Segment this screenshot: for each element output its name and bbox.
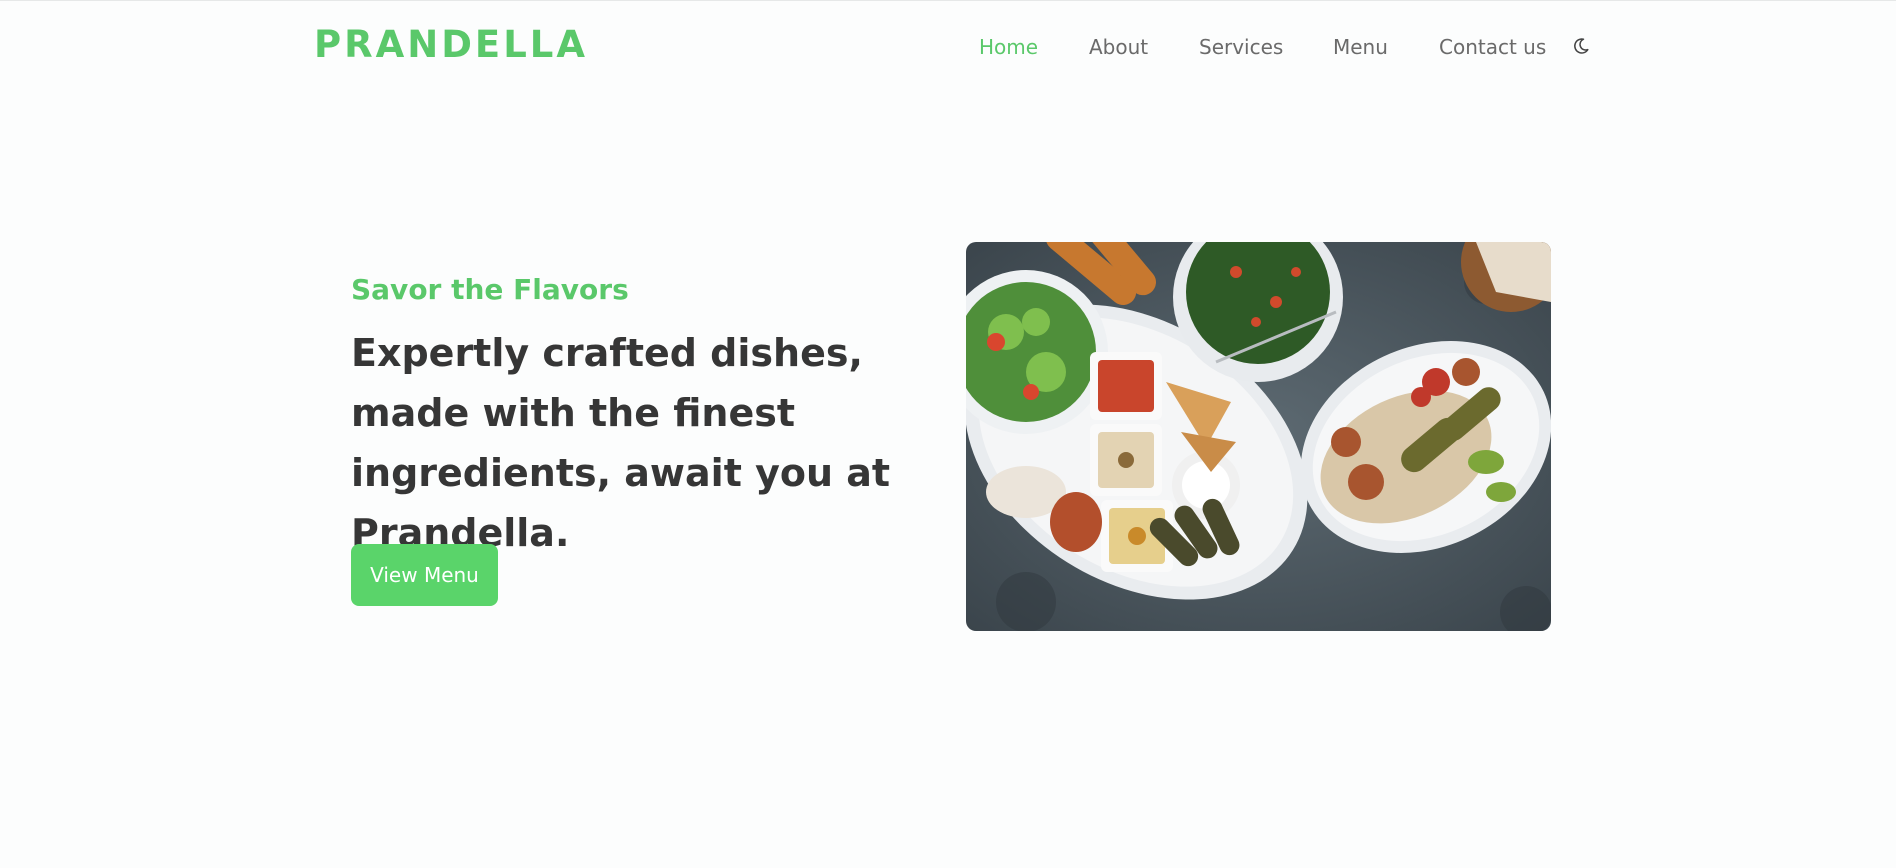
nav-services[interactable]: Services — [1199, 33, 1283, 61]
logo[interactable]: PRANDELLA — [314, 25, 588, 65]
site-header: PRANDELLA Home About Services Menu Conta… — [0, 1, 1896, 91]
nav-about[interactable]: About — [1089, 33, 1148, 61]
nav-home[interactable]: Home — [979, 33, 1038, 61]
hero-food-image — [966, 242, 1551, 631]
nav-menu[interactable]: Menu — [1333, 33, 1388, 61]
view-menu-button[interactable]: View Menu — [351, 544, 498, 606]
moon-icon — [1574, 38, 1589, 54]
theme-toggle-button[interactable] — [1568, 33, 1594, 59]
hero-title: Expertly crafted dishes, made with the f… — [351, 331, 891, 555]
page: PRANDELLA Home About Services Menu Conta… — [0, 0, 1896, 868]
nav-contact-us[interactable]: Contact us — [1439, 33, 1546, 61]
hero-subtitle: Savor the Flavors — [351, 273, 629, 306]
